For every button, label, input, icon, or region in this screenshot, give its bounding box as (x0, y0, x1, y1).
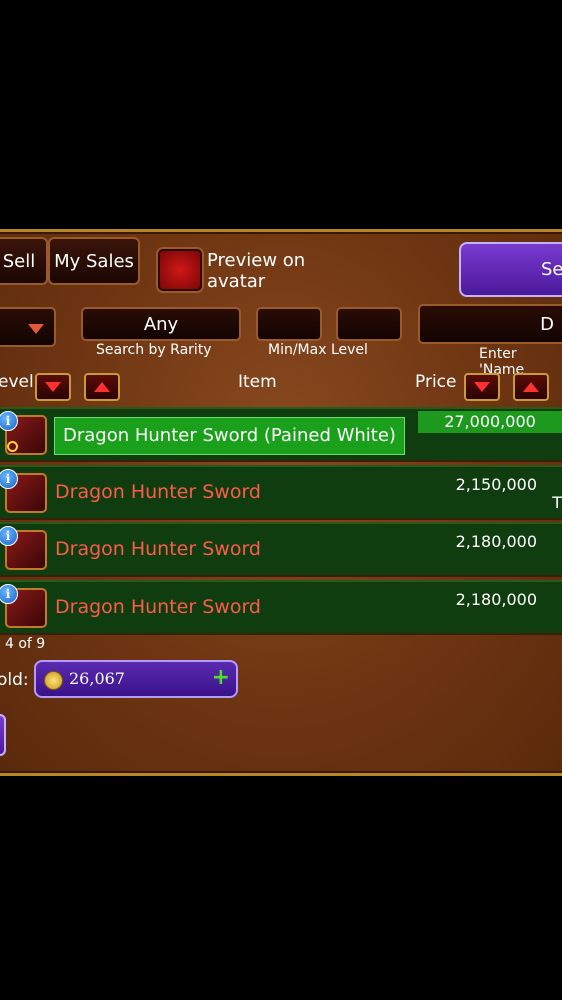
price-sort-desc-button[interactable] (464, 373, 500, 401)
add-gold-icon[interactable]: + (212, 665, 230, 690)
rarity-caption: Search by Rarity (96, 342, 212, 358)
preview-label-line1: Preview on (207, 250, 306, 271)
rarity-value: Any (143, 313, 179, 335)
item-name: Dragon Hunter Sword (55, 538, 261, 560)
gold-amount: 26,067 (69, 669, 125, 688)
gold-label: old: (0, 670, 29, 690)
tab-sell[interactable]: Sell (0, 237, 48, 285)
name-search-value: D (540, 313, 554, 335)
column-item: Item (238, 372, 277, 392)
name-search-input[interactable]: D (418, 304, 562, 344)
item-name: Dragon Hunter Sword (55, 481, 261, 503)
item-price: 2,180,000 (455, 590, 537, 609)
column-price: Price (415, 372, 457, 392)
listing-row[interactable]: i Dragon Hunter Sword (Pained White) 27,… (0, 407, 562, 462)
arrow-down-icon (474, 382, 490, 392)
level-caption: Min/Max Level (268, 342, 368, 358)
auction-panel: Sell My Sales Preview on avatar Se Any S… (0, 229, 562, 776)
rarity-dropdown[interactable]: Any (81, 307, 241, 341)
price-sort-asc-button[interactable] (513, 373, 549, 401)
tab-sell-label: Sell (2, 250, 36, 272)
listing-row[interactable]: i Dragon Hunter Sword 2,180,000 (0, 522, 562, 577)
level-sort-asc-button[interactable] (84, 373, 120, 401)
item-name: Dragon Hunter Sword (Pained White) (54, 417, 405, 455)
item-extra: T (552, 493, 562, 512)
pagination: 4 of 9 (5, 636, 46, 652)
item-price: 27,000,000 (418, 411, 562, 433)
tab-my-sales-label: My Sales (54, 250, 134, 272)
level-sort-desc-button[interactable] (35, 373, 71, 401)
chevron-down-icon (28, 324, 44, 334)
category-dropdown[interactable] (0, 307, 56, 347)
arrow-up-icon (94, 382, 110, 392)
arrow-down-icon (45, 382, 61, 392)
item-price: 2,150,000 (455, 475, 537, 494)
max-level-input[interactable] (336, 307, 402, 341)
arrow-up-icon (523, 382, 539, 392)
magnifier-icon (7, 441, 18, 452)
preview-label: Preview on avatar (207, 250, 305, 292)
search-button-label: Se (541, 259, 562, 280)
item-price: 2,180,000 (455, 532, 537, 551)
coin-icon (44, 671, 63, 690)
search-button[interactable]: Se (459, 242, 562, 297)
preview-checkbox[interactable] (158, 249, 202, 291)
min-level-input[interactable] (256, 307, 322, 341)
listing-row[interactable]: i Dragon Hunter Sword 2,180,000 (0, 580, 562, 635)
gold-balance: 26,067 + (34, 660, 238, 698)
listing-row[interactable]: i Dragon Hunter Sword 2,150,000 T (0, 465, 562, 520)
item-name: Dragon Hunter Sword (55, 596, 261, 618)
back-button[interactable] (0, 714, 6, 756)
tab-my-sales[interactable]: My Sales (48, 237, 140, 285)
preview-label-line2: avatar (207, 271, 266, 292)
column-level: evel (0, 372, 34, 392)
